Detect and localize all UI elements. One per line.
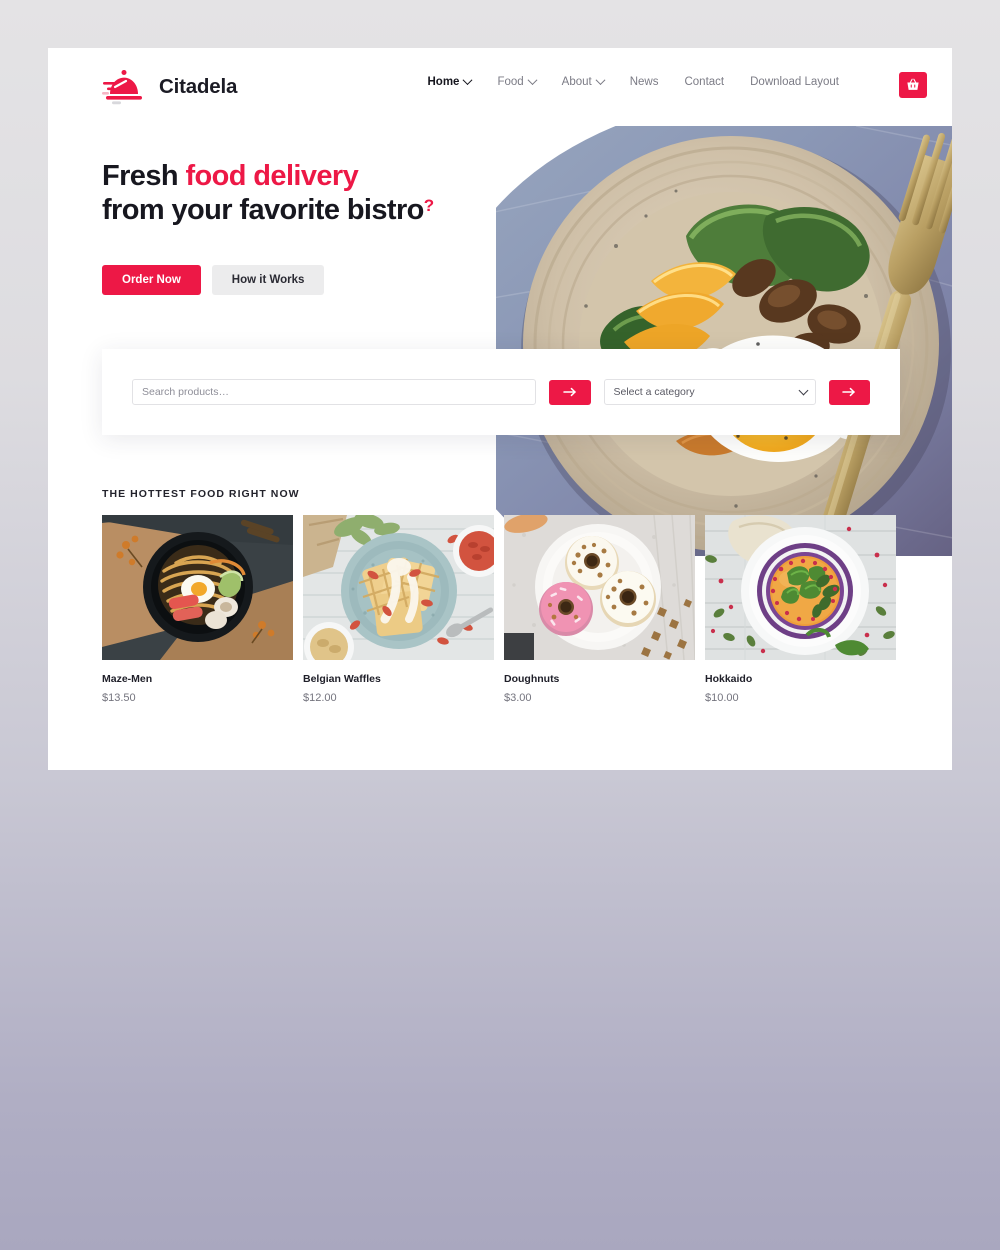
nav-item-label: Contact bbox=[684, 76, 725, 88]
product-card[interactable]: Maze-Men $13.50 bbox=[102, 515, 293, 704]
hero-title-line1-plain: Fresh bbox=[102, 160, 186, 192]
nav-item-about[interactable]: About bbox=[549, 74, 617, 88]
site-header: Citadela Home Food About News Contact Do… bbox=[48, 48, 952, 126]
brand-logo-link[interactable]: Citadela bbox=[102, 68, 237, 106]
products-section: THE HOTTEST FOOD RIGHT NOW Maze-Men $13.… bbox=[102, 488, 902, 704]
search-panel: Select a category bbox=[102, 349, 900, 435]
how-it-works-button[interactable]: How it Works bbox=[211, 264, 325, 295]
product-card[interactable]: Hokkaido $10.00 bbox=[705, 515, 896, 704]
chevron-down-icon bbox=[462, 74, 473, 85]
hero-title-line2: from your favorite bistro bbox=[102, 193, 424, 226]
category-select[interactable]: Select a category bbox=[603, 379, 816, 405]
nav-item-home[interactable]: Home bbox=[414, 74, 484, 88]
nav-item-food[interactable]: Food bbox=[484, 74, 548, 88]
product-name: Doughnuts bbox=[504, 673, 560, 685]
cart-button[interactable] bbox=[899, 72, 927, 98]
search-submit-button[interactable] bbox=[549, 379, 591, 405]
chevron-down-icon bbox=[527, 74, 538, 85]
nav-item-label: Download Layout bbox=[750, 76, 839, 88]
hero-buttons: Order Now How it Works bbox=[102, 264, 522, 295]
page-card: Citadela Home Food About News Contact Do… bbox=[48, 48, 952, 770]
product-price: $13.50 bbox=[102, 692, 136, 704]
shopping-basket-icon bbox=[907, 78, 919, 90]
nav-item-news[interactable]: News bbox=[617, 76, 672, 88]
product-name: Belgian Waffles bbox=[303, 673, 381, 685]
product-price: $10.00 bbox=[705, 692, 739, 704]
arrow-right-icon bbox=[563, 387, 576, 397]
product-image bbox=[504, 515, 695, 660]
hero-copy: Fresh food delivery from your favorite b… bbox=[102, 160, 522, 295]
nav-item-label: Food bbox=[497, 76, 524, 88]
section-heading: THE HOTTEST FOOD RIGHT NOW bbox=[102, 488, 300, 500]
product-name: Hokkaido bbox=[705, 673, 753, 685]
order-now-button[interactable]: Order Now bbox=[102, 264, 201, 295]
brand-name: Citadela bbox=[159, 75, 238, 98]
nav-item-contact[interactable]: Contact bbox=[671, 76, 737, 88]
product-price: $3.00 bbox=[504, 692, 532, 704]
hero-title-accent: food delivery bbox=[185, 160, 359, 192]
product-price: $12.00 bbox=[303, 692, 337, 704]
arrow-right-icon bbox=[842, 387, 855, 397]
main-navigation: Home Food About News Contact Download La… bbox=[414, 74, 852, 88]
service-bell-icon bbox=[102, 70, 142, 105]
product-image bbox=[303, 515, 494, 660]
product-name: Maze-Men bbox=[102, 673, 153, 685]
product-grid: Maze-Men $13.50 Belgian Waffles $12.00 D… bbox=[102, 515, 902, 704]
search-input[interactable] bbox=[132, 379, 536, 405]
hero-title-question-mark: ? bbox=[423, 195, 434, 215]
nav-item-label: Home bbox=[427, 76, 460, 88]
nav-item-label: News bbox=[629, 76, 659, 88]
nav-item-download-layout[interactable]: Download Layout bbox=[737, 76, 852, 88]
category-submit-button[interactable] bbox=[828, 379, 870, 405]
product-card[interactable]: Doughnuts $3.00 bbox=[504, 515, 695, 704]
category-select-wrapper: Select a category bbox=[603, 379, 816, 405]
chevron-down-icon bbox=[595, 74, 606, 85]
hero-title: Fresh food delivery from your favorite b… bbox=[102, 160, 522, 228]
product-image bbox=[102, 515, 293, 660]
product-card[interactable]: Belgian Waffles $12.00 bbox=[303, 515, 494, 704]
product-image bbox=[705, 515, 896, 660]
nav-item-label: About bbox=[561, 76, 592, 88]
